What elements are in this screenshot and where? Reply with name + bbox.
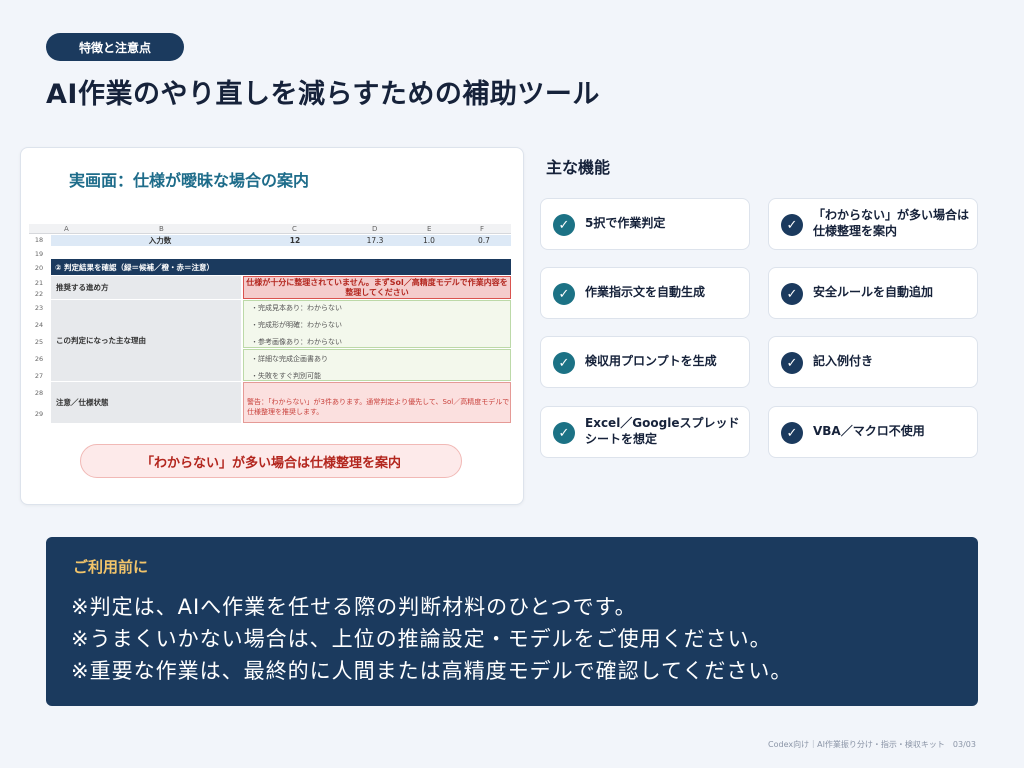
feature-card-instruction: ✓ 作業指示文を自動生成 (540, 267, 750, 319)
page-title: AI作業のやり直しを減らすための補助ツール (46, 79, 600, 110)
feature-card-spreadsheet: ✓ Excel／Googleスプレッドシートを想定 (540, 406, 750, 458)
notice-line: ※判定は、AIへ作業を任せる際の判断材料のひとつです。 (71, 595, 637, 619)
feature-label: 作業指示文を自動生成 (585, 285, 706, 300)
row-number: 28 (34, 389, 44, 397)
row-number: 19 (34, 250, 44, 258)
reason-item: ・完成形が明確：わからない (251, 321, 342, 329)
check-icon: ✓ (781, 422, 803, 444)
reason-item: ・参考画像あり：わからない (251, 338, 342, 346)
section-tag: 特徴と注意点 (46, 33, 184, 61)
check-icon: ✓ (553, 283, 575, 305)
notice-panel: ご利用前に ※判定は、AIへ作業を任せる際の判断材料のひとつです。 ※うまくいか… (46, 537, 978, 706)
col-header-b: B (159, 225, 164, 233)
col-header-e: E (427, 225, 432, 233)
input-count-c: 12 (289, 236, 301, 245)
feature-card-spec-guidance: ✓ 「わからない」が多い場合は仕様整理を案内 (768, 198, 978, 250)
recommend-value: 仕様が十分に整理されていません。まずSol／高精度モデルで作業内容を整理してくだ… (243, 276, 511, 299)
recommend-label: 推奨する進め方 (51, 276, 241, 299)
status-warning: 警告：「わからない」が3件あります。通常判定より優先して、Sol／高精度モデルで… (243, 382, 511, 423)
input-count-f: 0.7 (478, 236, 490, 245)
row-number: 20 (34, 264, 44, 272)
input-count-d: 17.3 (366, 236, 384, 245)
judgement-section-bar: ② 判定結果を確認（緑＝候補／橙・赤＝注意） (51, 259, 511, 275)
reason-item: ・完成見本あり：わからない (251, 304, 342, 312)
row-number: 23 (34, 304, 44, 312)
feature-card-examples: ✓ 記入例付き (768, 336, 978, 388)
column-header-row: A B C D E F (29, 224, 511, 234)
screenshot-card: 実画面：仕様が曖昧な場合の案内 A B C D E F 18 入力数 12 17… (20, 147, 524, 505)
check-icon: ✓ (781, 283, 803, 305)
reason-item: ・失敗をすぐ判別可能 (251, 372, 321, 380)
feature-card-no-macro: ✓ VBA／マクロ不使用 (768, 406, 978, 458)
row-number: 18 (34, 236, 44, 244)
row-number: 29 (34, 410, 44, 418)
feature-label: 安全ルールを自動追加 (813, 285, 934, 300)
feature-label: VBA／マクロ不使用 (813, 424, 925, 439)
notice-line: ※うまくいかない場合は、上位の推論設定・モデルをご使用ください。 (71, 627, 772, 651)
feature-label: 検収用プロンプトを生成 (585, 354, 717, 369)
col-header-a: A (64, 225, 69, 233)
col-header-c: C (292, 225, 297, 233)
row-number: 24 (34, 321, 44, 329)
row-number: 25 (34, 338, 44, 346)
col-header-d: D (372, 225, 378, 233)
feature-label: 記入例付き (813, 354, 874, 369)
feature-card-judgement: ✓ 5択で作業判定 (540, 198, 750, 250)
row-number: 27 (34, 372, 44, 380)
col-header-f: F (480, 225, 485, 233)
footer-text: Codex向け｜AI作業振り分け・指示・検収キット 03/03 (768, 740, 976, 749)
check-icon: ✓ (553, 422, 575, 444)
feature-label: Excel／Googleスプレッドシートを想定 (585, 416, 740, 446)
check-icon: ✓ (781, 214, 803, 236)
notice-heading: ご利用前に (73, 558, 149, 576)
feature-label: 「わからない」が多い場合は仕様整理を案内 (813, 208, 970, 238)
reason-item: ・詳細な完成企画書あり (251, 355, 328, 363)
row-number: 21 (34, 279, 44, 287)
row-number: 22 (34, 290, 44, 298)
spreadsheet-preview: A B C D E F 18 入力数 12 17.3 1.0 0.7 19 20… (29, 224, 511, 424)
input-count-e: 1.0 (423, 236, 435, 245)
unknown-guidance-pill: 「わからない」が多い場合は仕様整理を案内 (80, 444, 462, 478)
feature-card-safety: ✓ 安全ルールを自動追加 (768, 267, 978, 319)
check-icon: ✓ (553, 214, 575, 236)
row-number: 26 (34, 355, 44, 363)
feature-card-inspection: ✓ 検収用プロンプトを生成 (540, 336, 750, 388)
check-icon: ✓ (781, 352, 803, 374)
input-count-label: 入力数 (148, 236, 172, 245)
status-label: 注意／仕様状態 (51, 382, 241, 423)
reason-label: この判定になった主な理由 (51, 300, 241, 381)
feature-label: 5択で作業判定 (585, 216, 666, 231)
notice-line: ※重要な作業は、最終的に人間または高精度モデルで確認してください。 (71, 659, 793, 683)
screenshot-heading: 実画面：仕様が曖昧な場合の案内 (69, 171, 310, 190)
features-title: 主な機能 (546, 158, 611, 177)
check-icon: ✓ (553, 352, 575, 374)
